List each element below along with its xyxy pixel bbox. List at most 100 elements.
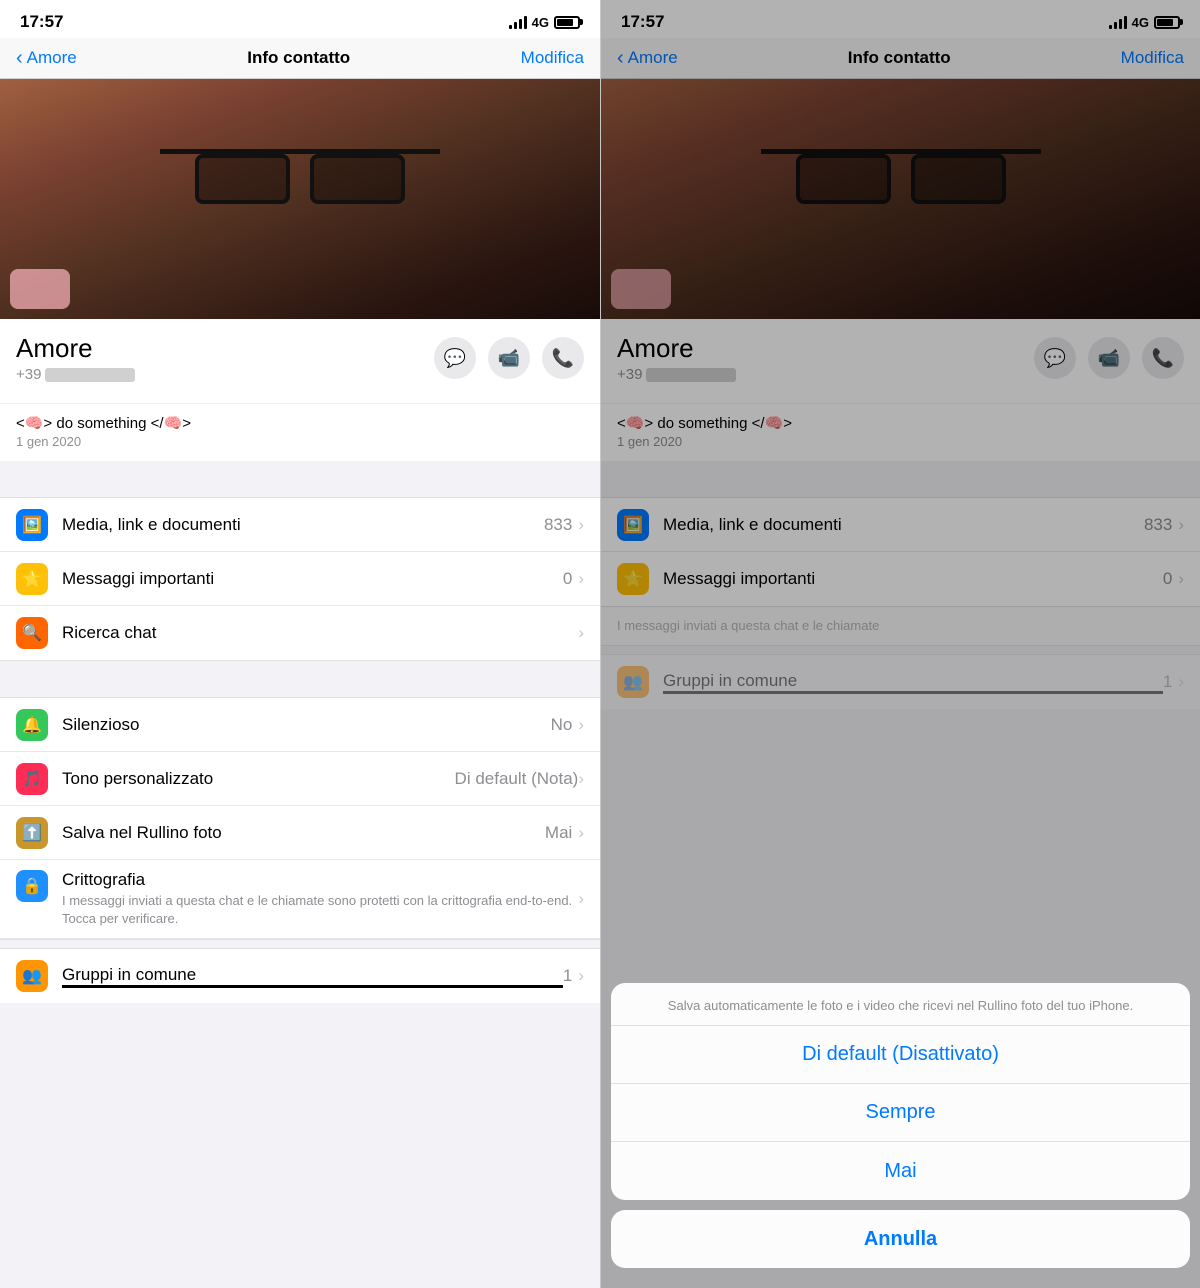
media-icon-glyph-left: 🖼️ [22, 515, 42, 535]
groups-icon-glyph-left: 👥 [22, 966, 42, 986]
phone-blur-left [45, 368, 135, 382]
action-sheet-default-label: Di default (Disattivato) [802, 1043, 999, 1066]
signal-bar-2 [514, 22, 517, 29]
menu-item-crypto-left[interactable]: 🔒 Crittografia I messaggi inviati a ques… [0, 860, 600, 939]
menu-section-2-left: 🔔 Silenzioso No › 🎵 Tono personalizzato … [0, 697, 600, 940]
video-icon-left: 📹 [498, 348, 520, 369]
crypto-title-left: Crittografia [62, 870, 578, 890]
action-sheet-sempre[interactable]: Sempre [611, 1084, 1190, 1142]
save-value-left: Mai [545, 823, 572, 843]
phone-btn-left[interactable]: 📞 [542, 337, 584, 379]
search-icon-glyph-left: 🔍 [22, 623, 42, 643]
mute-icon-left: 🔔 [16, 709, 48, 741]
action-sheet-default[interactable]: Di default (Disattivato) [611, 1026, 1190, 1084]
status-msg-left: <🧠> do something </🧠> [16, 414, 584, 432]
groups-underline-left [62, 985, 563, 988]
nav-edit-left[interactable]: Modifica [521, 48, 584, 68]
crypto-chevron-left: › [578, 889, 584, 909]
starred-value-left: 0 [563, 569, 572, 589]
menu-item-tone-left[interactable]: 🎵 Tono personalizzato Di default (Nota) … [0, 752, 600, 806]
status-date-left: 1 gen 2020 [16, 434, 584, 449]
action-sheet-header: Salva automaticamente le foto e i video … [611, 983, 1190, 1026]
menu-item-mute-left[interactable]: 🔔 Silenzioso No › [0, 698, 600, 752]
menu-section-1-left: 🖼️ Media, link e documenti 833 › ⭐ Messa… [0, 497, 600, 661]
section-divider-1-left [0, 461, 600, 497]
battery-icon-left [554, 16, 580, 29]
crypto-text-left: Crittografia I messaggi inviati a questa… [62, 870, 578, 928]
action-sheet-cancel-group: Annulla [611, 1210, 1190, 1268]
action-sheet: Salva automaticamente le foto e i video … [611, 983, 1190, 1268]
save-icon-glyph-left: ⬆️ [22, 823, 42, 843]
battery-fill-left [557, 19, 573, 26]
back-chevron-icon-left: ‹ [16, 48, 23, 68]
nav-title-left: Info contatto [247, 48, 350, 68]
tone-label-left: Tono personalizzato [62, 769, 455, 789]
status-section-left: <🧠> do something </🧠> 1 gen 2020 [0, 403, 600, 461]
contact-info-left: Amore +39 💬 📹 📞 [0, 319, 600, 403]
tone-icon-left: 🎵 [16, 763, 48, 795]
nav-bar-left: ‹ Amore Info contatto Modifica [0, 38, 600, 79]
nav-back-label-left: Amore [27, 48, 77, 68]
groups-icon-left: 👥 [16, 960, 48, 992]
mute-icon-glyph-left: 🔔 [22, 715, 42, 735]
groups-label-left: Gruppi in comune [62, 965, 196, 984]
contact-phone-left: +39 [16, 366, 135, 383]
save-icon-left: ⬆️ [16, 817, 48, 849]
media-label-left: Media, link e documenti [62, 515, 544, 535]
search-chevron-left: › [578, 623, 584, 643]
action-sheet-mai[interactable]: Mai [611, 1142, 1190, 1200]
signal-bar-3 [519, 19, 522, 29]
starred-label-left: Messaggi importanti [62, 569, 563, 589]
crypto-sub-left: I messaggi inviati a questa chat e le ch… [62, 892, 578, 928]
menu-item-search-left[interactable]: 🔍 Ricerca chat › [0, 606, 600, 660]
action-sheet-header-text: Salva automaticamente le foto e i video … [668, 998, 1133, 1013]
signal-bar-1 [509, 25, 512, 29]
glasses-lens-left-2 [310, 154, 405, 204]
glasses-lens-left-1 [195, 154, 290, 204]
groups-value-left: 1 [563, 966, 572, 986]
save-chevron-left: › [578, 823, 584, 843]
media-value-left: 833 [544, 515, 572, 535]
save-label-left: Salva nel Rullino foto [62, 823, 545, 843]
status-bar-left: 17:57 4G [0, 0, 600, 38]
action-sheet-mai-label: Mai [884, 1160, 916, 1183]
action-sheet-cancel-btn[interactable]: Annulla [611, 1210, 1190, 1268]
starred-chevron-left: › [578, 569, 584, 589]
mute-label-left: Silenzioso [62, 715, 551, 735]
mute-value-left: No [551, 715, 573, 735]
signal-bar-4 [524, 16, 527, 29]
action-sheet-sempre-label: Sempre [865, 1101, 935, 1124]
left-panel: 17:57 4G ‹ Amore Info contatto Modifica [0, 0, 600, 1288]
nav-back-left[interactable]: ‹ Amore [16, 48, 77, 68]
starred-icon-left: ⭐ [16, 563, 48, 595]
groups-section-left: 👥 Gruppi in comune 1 › [0, 948, 600, 1003]
message-btn-left[interactable]: 💬 [434, 337, 476, 379]
groups-chevron-left: › [578, 966, 584, 986]
menu-item-media-left[interactable]: 🖼️ Media, link e documenti 833 › [0, 498, 600, 552]
crypto-icon-left: 🔒 [16, 870, 48, 902]
search-icon-left: 🔍 [16, 617, 48, 649]
profile-image-left [0, 79, 600, 319]
message-icon-left: 💬 [444, 348, 466, 369]
right-panel: 17:57 4G ‹ Amore Info contatto Modifica [600, 0, 1200, 1288]
plushie-left [10, 269, 70, 309]
video-btn-left[interactable]: 📹 [488, 337, 530, 379]
glasses-left [160, 149, 440, 209]
crypto-icon-glyph-left: 🔒 [22, 876, 42, 896]
starred-icon-glyph-left: ⭐ [22, 569, 42, 589]
groups-item-left[interactable]: 👥 Gruppi in comune 1 › [0, 949, 600, 1003]
status-icons-left: 4G [509, 15, 580, 30]
menu-item-save-left[interactable]: ⬆️ Salva nel Rullino foto Mai › [0, 806, 600, 860]
signal-bars-left [509, 15, 527, 29]
action-sheet-group: Salva automaticamente le foto e i video … [611, 983, 1190, 1200]
status-time-left: 17:57 [20, 12, 63, 32]
contact-name-left: Amore [16, 333, 135, 364]
search-label-left: Ricerca chat [62, 623, 578, 643]
tone-chevron-left: › [578, 769, 584, 789]
mute-chevron-left: › [578, 715, 584, 735]
tone-detail-left: Di default (Nota) [455, 769, 579, 789]
menu-item-starred-left[interactable]: ⭐ Messaggi importanti 0 › [0, 552, 600, 606]
media-chevron-left: › [578, 515, 584, 535]
section-divider-2-left [0, 661, 600, 697]
tone-icon-glyph-left: 🎵 [22, 769, 42, 789]
